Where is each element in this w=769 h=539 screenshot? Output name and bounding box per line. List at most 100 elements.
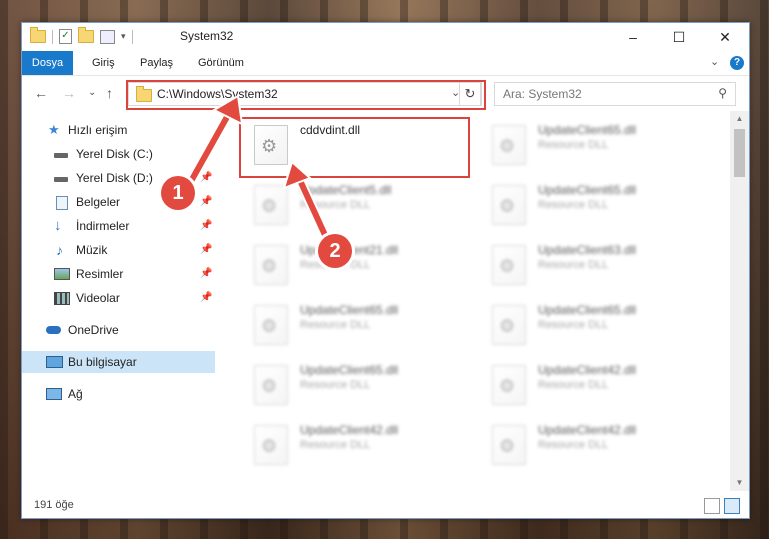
music-icon: ♪ xyxy=(56,242,63,258)
file-type: Resource DLL xyxy=(300,199,371,211)
star-icon: ★ xyxy=(48,122,60,137)
navigation-bar: ← → ⌄ ↑ C:\Windows\System32 ⌄ ↻ Ara: Sys… xyxy=(22,75,749,112)
file-item[interactable]: ⚙ UpdateClient42.dll Resource DLL xyxy=(480,417,715,469)
pin-icon[interactable]: 📌 xyxy=(200,287,212,309)
help-icon[interactable]: ? xyxy=(730,56,744,70)
pin-icon[interactable]: 📌 xyxy=(200,263,212,285)
pin-icon[interactable]: 📌 xyxy=(200,239,212,261)
gear-icon: ⚙ xyxy=(261,316,278,336)
navigation-pane: ★ Hızlı erişim Yerel Disk (C:) 📌 Yerel D… xyxy=(22,111,215,491)
refresh-button[interactable]: ↻ xyxy=(459,82,481,106)
qat-dropdown-icon[interactable]: ▾ xyxy=(121,31,126,42)
address-path[interactable]: C:\Windows\System32 xyxy=(157,87,278,101)
quick-access-toolbar: ✓ ▾ xyxy=(30,27,133,44)
file-type: Resource DLL xyxy=(300,379,371,391)
recent-locations-button[interactable]: ⌄ xyxy=(88,87,96,98)
file-type: Resource DLL xyxy=(538,139,609,151)
tab-home[interactable]: Giriş xyxy=(82,51,125,75)
callout-badge-1: 1 xyxy=(161,176,195,210)
search-icon[interactable]: ⚲ xyxy=(718,86,727,100)
tab-view[interactable]: Görünüm xyxy=(188,51,254,75)
file-item[interactable]: ⚙ UpdateClient65.dll Resource DLL xyxy=(480,117,715,169)
scroll-up-arrow[interactable]: ▲ xyxy=(730,111,749,127)
sidebar-item-label: İndirmeler xyxy=(76,219,130,233)
file-list: ⚙ cddvdint.dll ⚙ UpdateClient65.dll Reso… xyxy=(232,111,730,491)
maximize-button[interactable]: ☐ xyxy=(656,23,702,51)
title-bar: ✓ ▾ System32 – ☐ ✕ xyxy=(22,23,749,51)
pin-icon[interactable]: 📌 xyxy=(200,167,212,189)
file-name: UpdateClient65.dll xyxy=(538,183,637,197)
sidebar-item-local-disk-c[interactable]: Yerel Disk (C:) 📌 xyxy=(22,143,215,165)
tiles-view-button[interactable] xyxy=(724,498,740,514)
file-item[interactable]: ⚙ UpdateClient42.dll Resource DLL xyxy=(242,417,477,469)
pin-icon[interactable]: 📌 xyxy=(200,143,212,165)
file-item[interactable]: ⚙ UpdateClient5.dll Resource DLL xyxy=(242,177,477,229)
sidebar-item-network[interactable]: Ağ xyxy=(22,383,215,405)
file-explorer-window: ✓ ▾ System32 – ☐ ✕ Dosya Giriş Paylaş Gö… xyxy=(21,22,750,519)
file-item[interactable]: ⚙ UpdateClient21.dll Resource DLL xyxy=(242,237,477,289)
file-type: Resource DLL xyxy=(538,439,609,451)
gear-icon: ⚙ xyxy=(261,436,278,456)
videos-icon xyxy=(54,292,70,305)
sidebar-item-label: Bu bilgisayar xyxy=(68,355,137,369)
file-item[interactable]: ⚙ UpdateClient65.dll Resource DLL xyxy=(480,297,715,349)
sidebar-item-pictures[interactable]: Resimler 📌 xyxy=(22,263,215,285)
sidebar-item-downloads[interactable]: ↓ İndirmeler 📌 xyxy=(22,215,215,237)
tab-file[interactable]: Dosya xyxy=(22,51,73,75)
gear-icon: ⚙ xyxy=(499,316,516,336)
file-type: Resource DLL xyxy=(300,319,371,331)
scroll-down-arrow[interactable]: ▼ xyxy=(730,475,749,491)
sidebar-item-videos[interactable]: Videolar 📌 xyxy=(22,287,215,309)
sidebar-item-quick-access[interactable]: ★ Hızlı erişim xyxy=(22,119,215,141)
up-button[interactable]: ↑ xyxy=(106,85,113,101)
file-item[interactable]: ⚙ UpdateClient42.dll Resource DLL xyxy=(480,357,715,409)
sidebar-item-label: Müzik xyxy=(76,243,108,257)
dll-file-icon: ⚙ xyxy=(254,365,288,405)
sidebar-item-label: Yerel Disk (D:) xyxy=(76,171,153,185)
file-name: UpdateClient63.dll xyxy=(538,243,637,257)
vertical-scrollbar[interactable]: ▲ ▼ xyxy=(730,111,749,491)
close-button[interactable]: ✕ xyxy=(702,23,748,51)
download-icon: ↓ xyxy=(54,217,62,234)
ribbon-expand-icon[interactable]: ⌄ xyxy=(710,55,719,68)
file-name: UpdateClient65.dll xyxy=(538,303,637,317)
file-name: UpdateClient42.dll xyxy=(538,363,637,377)
properties-check-icon[interactable]: ✓ xyxy=(59,29,72,44)
computer-icon xyxy=(46,356,63,368)
dll-file-icon: ⚙ xyxy=(254,185,288,225)
file-item[interactable]: ⚙ UpdateClient65.dll Resource DLL xyxy=(242,357,477,409)
sidebar-item-label: Ağ xyxy=(68,387,83,401)
new-folder-icon[interactable] xyxy=(78,27,94,43)
file-type: Resource DLL xyxy=(300,439,371,451)
minimize-button[interactable]: – xyxy=(610,23,656,51)
back-button[interactable]: ← xyxy=(34,85,48,101)
pin-icon[interactable]: 📌 xyxy=(200,191,212,213)
gear-icon: ⚙ xyxy=(499,376,516,396)
sidebar-item-onedrive[interactable]: OneDrive xyxy=(22,319,215,341)
address-bar[interactable]: C:\Windows\System32 ⌄ xyxy=(128,82,482,106)
status-bar: 191 öğe xyxy=(22,493,749,518)
scrollbar-thumb[interactable] xyxy=(734,129,745,177)
gear-icon: ⚙ xyxy=(499,136,516,156)
pin-icon[interactable]: 📌 xyxy=(200,215,212,237)
pictures-icon xyxy=(54,268,70,280)
file-type: Resource DLL xyxy=(538,319,609,331)
search-box[interactable]: Ara: System32 ⚲ xyxy=(494,82,736,106)
dll-file-icon: ⚙ xyxy=(492,245,526,285)
file-item[interactable]: ⚙ UpdateClient65.dll Resource DLL xyxy=(480,177,715,229)
details-view-button[interactable] xyxy=(704,498,720,514)
customize-toolbar-icon[interactable] xyxy=(100,29,115,44)
file-item[interactable]: ⚙ UpdateClient63.dll Resource DLL xyxy=(480,237,715,289)
file-item-cddvdint[interactable]: ⚙ cddvdint.dll xyxy=(242,117,477,169)
file-name: UpdateClient42.dll xyxy=(538,423,637,437)
file-item[interactable]: ⚙ UpdateClient65.dll Resource DLL xyxy=(242,297,477,349)
dll-file-icon: ⚙ xyxy=(492,125,526,165)
tab-share[interactable]: Paylaş xyxy=(130,51,183,75)
dll-file-icon: ⚙ xyxy=(492,185,526,225)
forward-button[interactable]: → xyxy=(62,85,76,101)
file-type: Resource DLL xyxy=(538,379,609,391)
file-name: UpdateClient5.dll xyxy=(300,183,392,197)
sidebar-item-this-pc[interactable]: Bu bilgisayar xyxy=(22,351,215,373)
sidebar-item-music[interactable]: ♪ Müzik 📌 xyxy=(22,239,215,261)
search-input[interactable]: Ara: System32 xyxy=(503,87,582,101)
